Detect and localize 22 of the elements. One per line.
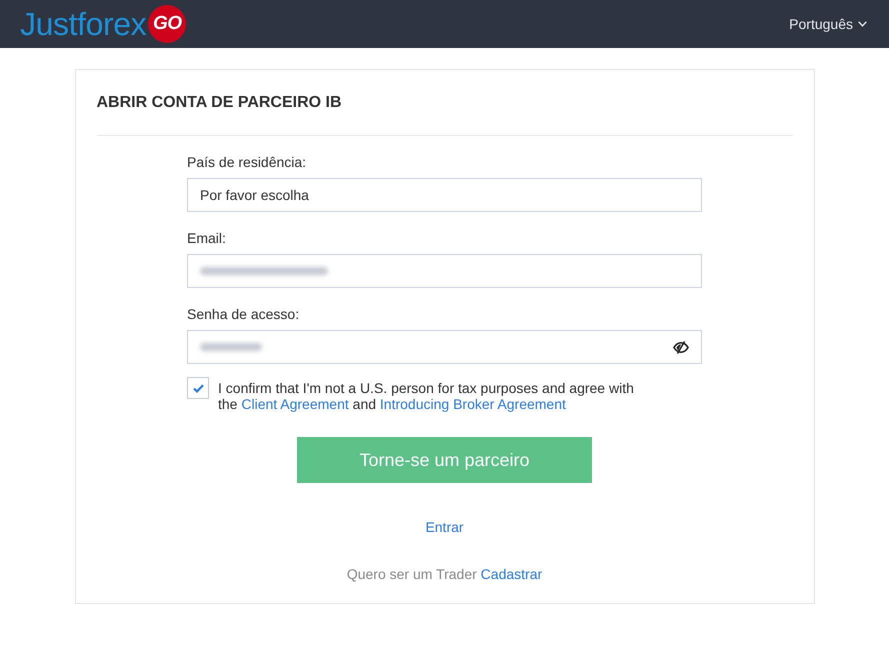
agreement-link[interactable]: Introducing Broker Agreement [380,396,566,412]
become-partner-button[interactable]: Torne-se um parceiro [297,437,592,483]
signup-link[interactable]: Cadastrar [480,566,542,582]
check-icon [192,384,204,392]
agreement-text: I confirm that I'm not a U.S. person for tax purposes and agree with the Client Agreement and Introducing Broker Agreement [218,380,635,412]
logo-badge[interactable]: GO [148,5,186,43]
agreement-link[interactable]: Client Agreement [241,396,349,412]
field-label: País de residência: [187,153,306,172]
language-selector[interactable]: Português [789,16,867,32]
password-field[interactable] [187,330,702,364]
trader-signup-text: Quero ser um Trader Cadastrar [346,566,542,582]
blurred-value [200,343,262,351]
field-label: Email: [187,229,226,248]
checkbox[interactable] [187,377,209,399]
field-label: Senha de acesso: [187,305,300,324]
logo-text[interactable]: Justforex [20,7,146,41]
eye-slash-icon[interactable] [673,340,689,354]
chevron-down-icon [858,21,867,27]
login-link[interactable]: Entrar [425,519,464,535]
email-field[interactable] [187,254,702,288]
form-title: ABRIR CONTA DE PARCEIRO IB [96,94,342,112]
country-select[interactable]: Por favor escolha [187,178,702,212]
